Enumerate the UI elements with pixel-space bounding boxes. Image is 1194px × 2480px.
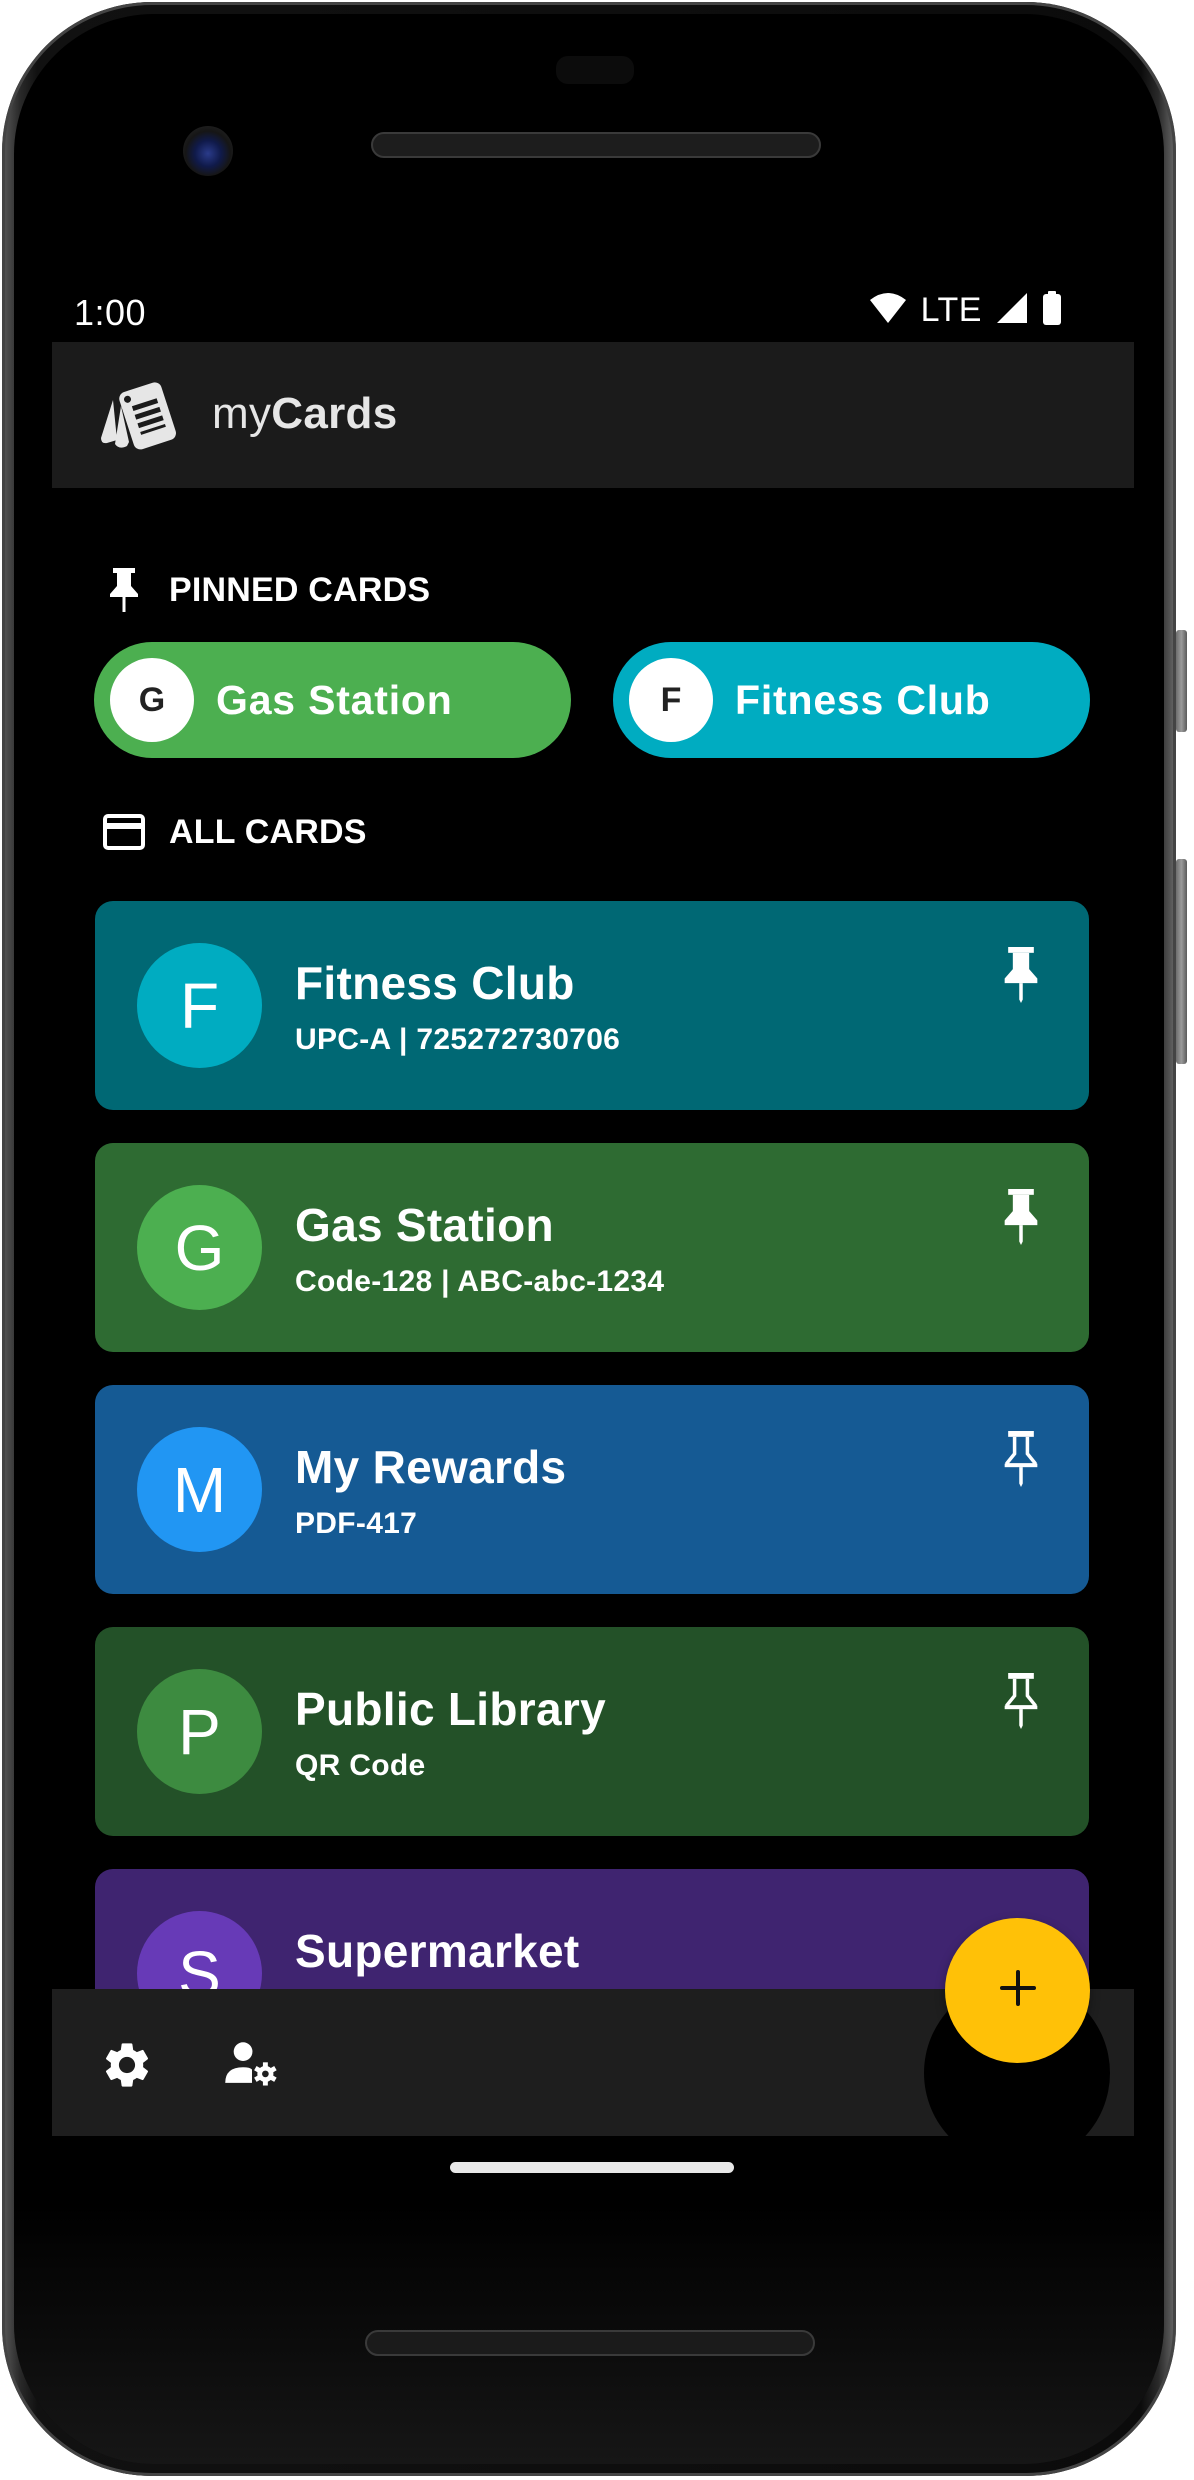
card-title: Supermarket bbox=[295, 1925, 580, 1977]
app-bar: myCards bbox=[52, 342, 1134, 488]
app-title-main: Cards bbox=[271, 389, 398, 438]
card-avatar: G bbox=[137, 1185, 262, 1310]
card-avatar: P bbox=[137, 1669, 262, 1794]
card-item[interactable]: P Public Library QR Code bbox=[95, 1627, 1089, 1836]
chip-label: Gas Station bbox=[216, 676, 453, 723]
cellular-signal-icon bbox=[996, 292, 1028, 329]
card-item[interactable]: M My Rewards PDF-417 bbox=[95, 1385, 1089, 1594]
card-avatar: M bbox=[137, 1427, 262, 1552]
pin-filled-icon[interactable] bbox=[999, 945, 1043, 1005]
card-item[interactable]: G Gas Station Code-128 | ABC-abc-1234 bbox=[95, 1143, 1089, 1352]
power-button bbox=[1176, 630, 1187, 732]
chip-avatar: G bbox=[110, 658, 194, 742]
pin-icon bbox=[102, 568, 146, 612]
all-cards-header: ALL CARDS bbox=[102, 810, 367, 854]
wifi-icon bbox=[869, 292, 907, 329]
settings-button[interactable] bbox=[97, 2037, 157, 2097]
pin-filled-icon[interactable] bbox=[999, 1187, 1043, 1247]
card-title: Gas Station bbox=[295, 1199, 554, 1251]
credit-card-icon bbox=[102, 810, 146, 854]
app-title-prefix: my bbox=[212, 389, 272, 438]
chip-label: Fitness Club bbox=[735, 676, 991, 723]
home-indicator[interactable] bbox=[450, 2162, 734, 2173]
card-title: Fitness Club bbox=[295, 957, 575, 1009]
settings-icon bbox=[100, 2038, 154, 2097]
bottom-speaker bbox=[365, 2330, 815, 2356]
volume-button bbox=[1176, 859, 1187, 1064]
chip-avatar: F bbox=[629, 658, 713, 742]
pinned-cards-header: PINNED CARDS bbox=[102, 568, 430, 612]
pinned-chip-fitness-club[interactable]: F Fitness Club bbox=[613, 642, 1090, 758]
status-icons: LTE bbox=[869, 290, 1062, 330]
earpiece-speaker bbox=[371, 132, 821, 158]
account-settings-button[interactable] bbox=[222, 2037, 282, 2097]
pinned-chip-gas-station[interactable]: G Gas Station bbox=[94, 642, 571, 758]
cards-logo-icon bbox=[99, 380, 177, 452]
card-subtitle: Code-128 | ABC-abc-1234 bbox=[295, 1265, 665, 1298]
card-title: Public Library bbox=[295, 1683, 606, 1735]
card-subtitle: UPC-A | 725272730706 bbox=[295, 1023, 621, 1056]
status-bar: 1:00 LTE bbox=[52, 280, 1134, 342]
front-camera bbox=[183, 126, 233, 176]
plus-icon bbox=[998, 1968, 1038, 2013]
battery-icon bbox=[1042, 290, 1062, 330]
status-time: 1:00 bbox=[74, 292, 147, 333]
screen: 1:00 LTE myCards PINNED CARDS G Gas Stat… bbox=[52, 280, 1134, 2190]
app-title: myCards bbox=[212, 389, 397, 439]
card-item[interactable]: F Fitness Club UPC-A | 725272730706 bbox=[95, 901, 1089, 1110]
add-card-fab[interactable] bbox=[945, 1918, 1090, 2063]
card-title: My Rewards bbox=[295, 1441, 567, 1493]
card-subtitle: PDF-417 bbox=[295, 1507, 418, 1540]
proximity-sensor bbox=[556, 56, 634, 84]
card-subtitle: QR Code bbox=[295, 1749, 426, 1782]
pinned-cards-label: PINNED CARDS bbox=[169, 570, 431, 609]
network-type: LTE bbox=[920, 290, 982, 329]
pin-outline-icon[interactable] bbox=[999, 1429, 1043, 1489]
pin-outline-icon[interactable] bbox=[999, 1671, 1043, 1731]
card-avatar: F bbox=[137, 943, 262, 1068]
all-cards-label: ALL CARDS bbox=[169, 812, 367, 851]
manage-accounts-icon bbox=[223, 2038, 281, 2097]
